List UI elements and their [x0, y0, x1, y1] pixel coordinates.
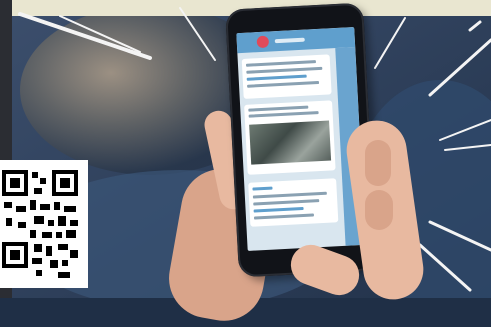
- message-line: [253, 213, 315, 220]
- message-bubble: [241, 54, 332, 99]
- message-line: [253, 206, 304, 213]
- message-line: [252, 191, 327, 199]
- qr-code: [0, 160, 88, 288]
- right-finger: [365, 140, 391, 186]
- message-line: [246, 66, 323, 74]
- message-bubble-with-photo: [244, 100, 336, 175]
- message-line: [245, 60, 316, 67]
- right-finger: [365, 190, 393, 230]
- message-bubble: [248, 178, 339, 227]
- message-line: [253, 199, 320, 206]
- app-title-line: [274, 37, 305, 44]
- message-line: [248, 105, 309, 112]
- message-line: [252, 186, 273, 191]
- message-line: [247, 80, 320, 88]
- message-line: [248, 111, 319, 118]
- app-avatar: [256, 35, 270, 49]
- photo-scene: [0, 0, 491, 327]
- message-line: [246, 74, 307, 81]
- phone-screen: [236, 27, 366, 251]
- message-photo: [249, 120, 332, 165]
